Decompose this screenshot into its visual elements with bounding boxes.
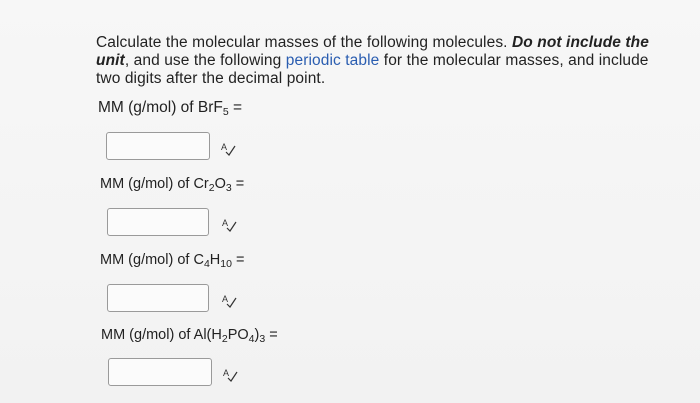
formula-1-part: Br <box>197 99 214 116</box>
answer-input-4[interactable] <box>108 358 212 386</box>
formula-4: Al(H2PO4)3 <box>193 327 266 345</box>
question-4-label: MM (g/mol) of Al(H2PO4)3 = <box>101 327 278 345</box>
formula-1-part: F <box>213 99 223 116</box>
question-2-label: MM (g/mol) of Cr2O3 = <box>100 176 244 194</box>
svg-text:A: A <box>223 368 229 378</box>
instructions-text: Calculate the molecular masses of the fo… <box>96 34 656 88</box>
spellcheck-icon[interactable]: A <box>220 140 236 156</box>
svg-text:A: A <box>221 142 227 152</box>
answer-input-2[interactable] <box>107 208 209 236</box>
question-4-prefix: MM (g/mol) of <box>101 327 194 343</box>
svg-text:A: A <box>222 218 228 228</box>
formula-4-part: Al(H <box>193 327 222 343</box>
spellcheck-icon[interactable]: A <box>221 216 237 232</box>
instructions-part1: Calculate the molecular masses of the fo… <box>96 34 512 51</box>
formula-2-part: O <box>214 176 226 192</box>
question-1-label: MM (g/mol) of BrF5 = <box>98 99 242 118</box>
formula-3-part: C <box>193 252 204 268</box>
formula-3-part: H <box>209 252 221 268</box>
formula-4-part: PO <box>227 327 249 343</box>
answer-input-1[interactable] <box>106 132 210 160</box>
formula-1: BrF5 <box>197 99 229 118</box>
question-1-prefix: MM (g/mol) of <box>98 99 198 116</box>
question-2-suffix: = <box>231 176 245 192</box>
instructions-part2: , and use the following <box>124 52 286 69</box>
question-4-suffix: = <box>265 327 278 343</box>
spellcheck-icon[interactable]: A <box>222 366 238 382</box>
periodic-table-link[interactable]: periodic table <box>286 52 380 69</box>
formula-2-part: Cr <box>193 176 209 192</box>
svg-text:A: A <box>222 294 228 304</box>
spellcheck-icon[interactable]: A <box>221 292 237 308</box>
answer-input-3[interactable] <box>107 284 209 312</box>
question-page: Calculate the molecular masses of the fo… <box>0 0 700 403</box>
question-2-prefix: MM (g/mol) of <box>100 176 194 192</box>
question-3-label: MM (g/mol) of C4H10 = <box>100 252 244 270</box>
formula-3: C4H10 <box>193 252 232 270</box>
formula-2: Cr2O3 <box>193 176 231 194</box>
formula-3-sub: 10 <box>220 258 232 270</box>
question-1-suffix: = <box>228 99 243 116</box>
question-3-suffix: = <box>231 252 245 268</box>
question-3-prefix: MM (g/mol) of <box>100 252 194 268</box>
